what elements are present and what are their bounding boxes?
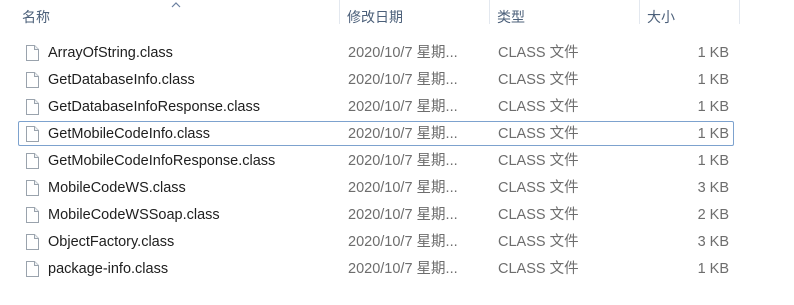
file-modified-date: 2020/10/7 星期... [348, 153, 458, 169]
file-name: package-info.class [48, 261, 169, 277]
file-size: 1 KB [697, 126, 729, 142]
file-type: CLASS 文件 [498, 153, 579, 169]
file-type: CLASS 文件 [498, 126, 579, 142]
file-modified-date: 2020/10/7 星期... [348, 99, 458, 115]
column-header-name[interactable]: 名称 [22, 0, 50, 34]
file-type: CLASS 文件 [498, 207, 579, 223]
column-separator[interactable] [739, 0, 740, 24]
file-modified-date: 2020/10/7 星期... [348, 180, 458, 196]
file-type: CLASS 文件 [498, 99, 579, 115]
file-icon [26, 234, 39, 250]
file-name: GetDatabaseInfo.class [48, 72, 195, 88]
file-type: CLASS 文件 [498, 234, 579, 250]
file-name: MobileCodeWSSoap.class [48, 207, 220, 223]
file-row[interactable]: ArrayOfString.class 2020/10/7 星期... CLASS … [18, 40, 734, 65]
file-modified-date: 2020/10/7 星期... [348, 72, 458, 88]
file-name: GetMobileCodeInfoResponse.class [48, 153, 276, 169]
file-row[interactable]: GetMobileCodeInfoResponse.class 2020/10/7… [18, 148, 734, 173]
column-header-size[interactable]: 大小 [647, 0, 675, 34]
file-row[interactable]: MobileCodeWS.class 2020/10/7 星期... CLASS 文… [18, 175, 734, 200]
file-modified-date: 2020/10/7 星期... [348, 126, 458, 142]
column-header-bar: 名称 修改日期 类型 大小 [0, 0, 794, 34]
file-name: MobileCodeWS.class [48, 180, 186, 196]
file-row[interactable]: package-info.class 2020/10/7 星期... CLASS 文… [18, 256, 734, 281]
file-name: ArrayOfString.class [48, 45, 173, 61]
column-header-type[interactable]: 类型 [497, 0, 525, 34]
column-separator[interactable] [339, 0, 340, 24]
file-icon [26, 153, 39, 169]
column-separator[interactable] [639, 0, 640, 24]
file-type: CLASS 文件 [498, 45, 579, 61]
file-modified-date: 2020/10/7 星期... [348, 45, 458, 61]
file-name: GetMobileCodeInfo.class [48, 126, 210, 142]
file-row[interactable]: GetDatabaseInfoResponse.class 2020/10/7 星… [18, 94, 734, 119]
file-size: 1 KB [697, 261, 729, 277]
file-size: 3 KB [697, 180, 729, 196]
file-modified-date: 2020/10/7 星期... [348, 261, 458, 277]
file-row[interactable]: GetDatabaseInfo.class 2020/10/7 星期... CLAS… [18, 67, 734, 92]
file-size: 1 KB [697, 72, 729, 88]
file-icon [26, 45, 39, 61]
file-icon [26, 261, 39, 277]
file-type: CLASS 文件 [498, 261, 579, 277]
file-size: 1 KB [697, 153, 729, 169]
file-size: 1 KB [697, 99, 729, 115]
file-size: 2 KB [697, 207, 729, 223]
file-icon [26, 126, 39, 142]
file-row[interactable]: GetMobileCodeInfo.class 2020/10/7 星期... CL… [18, 121, 734, 146]
column-header-modified[interactable]: 修改日期 [347, 0, 403, 34]
file-name: ObjectFactory.class [48, 234, 175, 250]
file-modified-date: 2020/10/7 星期... [348, 207, 458, 223]
file-name: GetDatabaseInfoResponse.class [48, 99, 260, 115]
column-separator[interactable] [489, 0, 490, 24]
file-row[interactable]: ObjectFactory.class 2020/10/7 星期... CLASS … [18, 229, 734, 254]
file-row[interactable]: MobileCodeWSSoap.class 2020/10/7 星期... CLA… [18, 202, 734, 227]
sort-ascending-icon [171, 2, 181, 8]
file-modified-date: 2020/10/7 星期... [348, 234, 458, 250]
file-icon [26, 72, 39, 88]
file-type: CLASS 文件 [498, 180, 579, 196]
file-icon [26, 180, 39, 196]
file-size: 1 KB [697, 45, 729, 61]
file-icon [26, 207, 39, 223]
file-icon [26, 99, 39, 115]
file-size: 3 KB [697, 234, 729, 250]
file-type: CLASS 文件 [498, 72, 579, 88]
